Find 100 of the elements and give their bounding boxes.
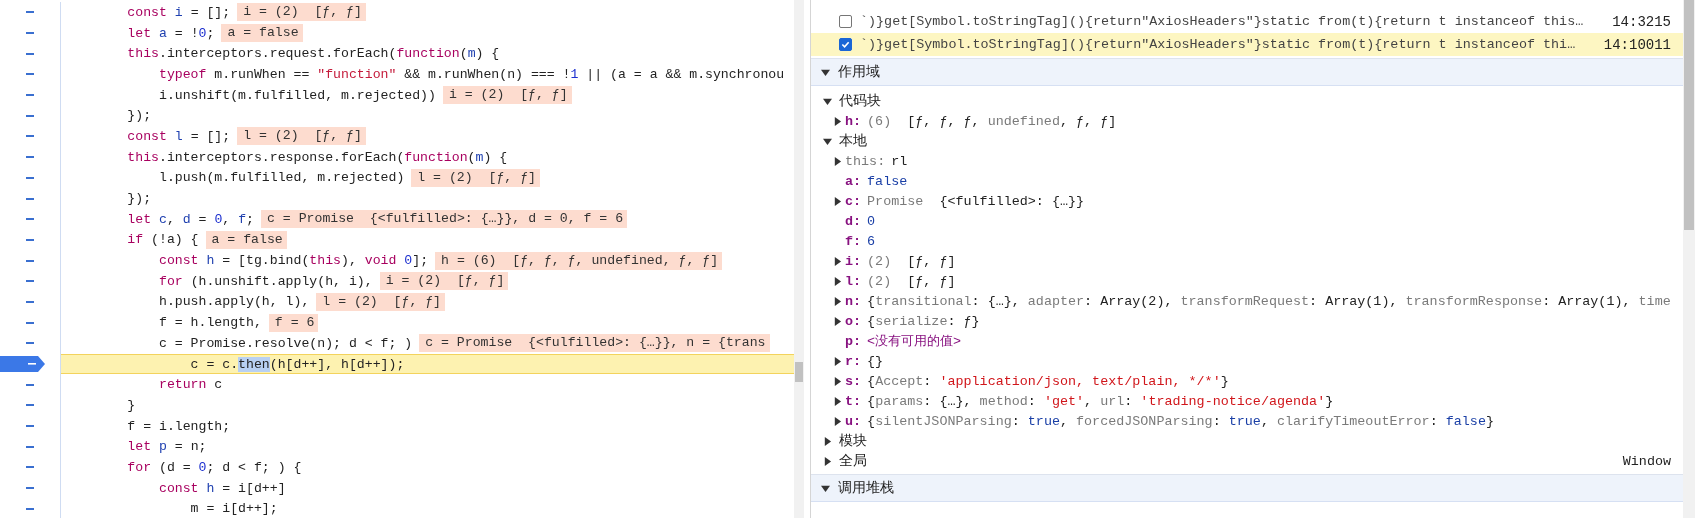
- caret-down-icon[interactable]: [821, 67, 830, 77]
- scope-group-label[interactable]: 代码块: [839, 92, 1671, 110]
- pane-header[interactable]: 作用域: [811, 58, 1683, 86]
- scrollbar[interactable]: [794, 0, 804, 518]
- code-line: this.interceptors.response.forEach(function(m) {: [126, 149, 508, 165]
- variable-name[interactable]: n:: [845, 293, 862, 309]
- dash-icon[interactable]: [26, 300, 34, 303]
- dash-icon[interactable]: [26, 32, 34, 35]
- caret-right-icon[interactable]: [833, 296, 842, 306]
- variable-name[interactable]: h:: [845, 113, 862, 129]
- code-line: i.unshift(m.fulfilled, m.rejected)): [157, 87, 436, 103]
- variable-value: 0: [867, 213, 876, 229]
- dash-icon[interactable]: [26, 197, 34, 200]
- dash-icon[interactable]: [26, 259, 34, 262]
- inline-value: f = 6: [268, 313, 319, 332]
- code-line: const h = i[d++]: [157, 480, 286, 496]
- inline-value: i = (2) [ƒ, ƒ]: [442, 86, 572, 105]
- caret-right-icon[interactable]: [823, 456, 832, 466]
- variable-name[interactable]: o:: [845, 313, 862, 329]
- variable-value: Promise {<fulfilled>: {…}}: [867, 193, 1085, 209]
- scope-value: Window: [1622, 453, 1671, 469]
- dash-icon[interactable]: [26, 383, 34, 386]
- variable-value: <没有可用的值>: [867, 333, 962, 350]
- dash-icon[interactable]: [26, 466, 34, 469]
- dash-icon[interactable]: [26, 507, 34, 510]
- variable-name[interactable]: c:: [845, 193, 862, 209]
- dash-icon[interactable]: [26, 425, 34, 428]
- variable-name[interactable]: p:: [845, 333, 862, 349]
- caret-right-icon[interactable]: [833, 156, 842, 166]
- code-line: }: [126, 397, 136, 413]
- variable-value: {Accept: 'application/json, text/plain, */*'}: [867, 373, 1229, 389]
- caret-right-icon[interactable]: [833, 196, 842, 206]
- dash-icon[interactable]: [26, 280, 34, 283]
- scrollbar[interactable]: [1683, 0, 1695, 518]
- code-line: let p = n;: [126, 439, 207, 455]
- dash-icon[interactable]: [26, 342, 34, 345]
- dash-icon[interactable]: [26, 404, 34, 407]
- variable-name[interactable]: s:: [845, 373, 862, 389]
- dash-icon[interactable]: [26, 52, 34, 55]
- code-line: this.interceptors.request.forEach(function(m) {: [126, 46, 500, 62]
- code-line: return c: [157, 377, 223, 393]
- dash-icon[interactable]: [26, 176, 34, 179]
- variable-value: {transitional: {…}, adapter: Array(2), transformRequest: Array(1), transformResponse: Array(1), time: [867, 293, 1671, 309]
- caret-right-icon[interactable]: [833, 256, 842, 266]
- variable-name[interactable]: t:: [845, 393, 862, 409]
- caret-right-icon[interactable]: [823, 436, 832, 446]
- dash-icon[interactable]: [26, 114, 34, 117]
- dash-icon[interactable]: [26, 321, 34, 324]
- caret-right-icon[interactable]: [833, 376, 842, 386]
- arrow-marker-icon[interactable]: [0, 355, 46, 374]
- variable-name[interactable]: f:: [845, 233, 862, 249]
- code-line: c = Promise.resolve(n); d < f; ): [157, 335, 413, 351]
- dash-icon[interactable]: [26, 73, 34, 76]
- variable-name[interactable]: d:: [845, 213, 862, 229]
- variable-name[interactable]: l:: [845, 273, 862, 289]
- scope-group-label[interactable]: 模块: [839, 432, 1671, 450]
- variable-name[interactable]: u:: [845, 413, 862, 429]
- caret-down-icon[interactable]: [823, 96, 832, 106]
- code-line: const h = [tg.bind(this), void 0];: [157, 253, 429, 269]
- caret-right-icon[interactable]: [833, 276, 842, 286]
- caret-right-icon[interactable]: [833, 356, 842, 366]
- variable-value: (2) [ƒ, ƒ]: [867, 273, 956, 289]
- code-line: for (h.unshift.apply(h, i),: [157, 273, 373, 289]
- code-line: for (d = 0; d < f; ) {: [126, 459, 302, 475]
- dash-icon[interactable]: [26, 218, 34, 221]
- variable-name[interactable]: i:: [845, 253, 862, 269]
- dash-icon[interactable]: [26, 11, 34, 14]
- pane-header[interactable]: 调用堆栈: [811, 474, 1683, 502]
- dash-icon[interactable]: [26, 156, 34, 159]
- variable-value: (2) [ƒ, ƒ]: [867, 253, 956, 269]
- caret-down-icon[interactable]: [821, 483, 830, 493]
- breakpoint-code[interactable]: `)}get[Symbol.toStringTag](){return"AxiosHeaders"}static from(t){return t instanceof thi…: [860, 37, 1596, 52]
- caret-down-icon[interactable]: [823, 136, 832, 146]
- scope-group-label[interactable]: 本地: [839, 132, 1671, 150]
- code-line: h.push.apply(h, l),: [157, 294, 310, 310]
- scope-group-label[interactable]: 全局: [839, 452, 1623, 470]
- code-line: let a = !0;: [126, 25, 215, 41]
- caret-right-icon[interactable]: [833, 316, 842, 326]
- code-line: typeof m.runWhen == "function" && m.runWhen(n) === !1 || (a = a && m.synchronou: [157, 66, 785, 82]
- checkbox[interactable]: [839, 38, 852, 51]
- variable-name[interactable]: r:: [845, 353, 862, 369]
- breakpoint-code[interactable]: `)}get[Symbol.toStringTag](){return"AxiosHeaders"}static from(t){return t instanceof this…: [860, 14, 1605, 29]
- caret-right-icon[interactable]: [833, 416, 842, 426]
- code-line: if (!a) {: [126, 232, 199, 248]
- caret-right-icon[interactable]: [833, 396, 842, 406]
- dash-icon[interactable]: [26, 135, 34, 138]
- inline-value: i = (2) [ƒ, ƒ]: [379, 272, 509, 291]
- dash-icon[interactable]: [26, 445, 34, 448]
- breakpoint-location: 14:10011: [1603, 36, 1671, 53]
- caret-right-icon[interactable]: [833, 116, 842, 126]
- variable-value: 6: [867, 233, 876, 249]
- dash-icon[interactable]: [26, 487, 34, 490]
- variable-name[interactable]: this:: [845, 153, 886, 169]
- checkbox[interactable]: [839, 15, 852, 28]
- inline-value: l = (2) [ƒ, ƒ]: [411, 168, 540, 187]
- inline-value: a = false: [205, 230, 287, 249]
- dash-icon[interactable]: [26, 94, 34, 97]
- dash-icon[interactable]: [26, 238, 34, 241]
- code-line: });: [126, 191, 152, 207]
- variable-name[interactable]: a:: [845, 173, 862, 189]
